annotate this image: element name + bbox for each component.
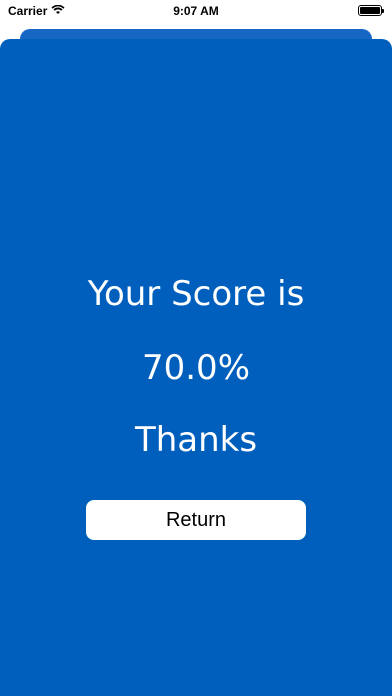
- battery-icon: [358, 5, 384, 16]
- battery-fill: [360, 7, 380, 14]
- return-button[interactable]: Return: [86, 500, 306, 540]
- status-time: 9:07 AM: [173, 4, 219, 18]
- thanks-text: Thanks: [134, 420, 258, 460]
- score-value: 70.0%: [141, 348, 250, 388]
- score-title: Your Score is: [87, 274, 305, 314]
- status-bar: Carrier 9:07 AM: [0, 0, 392, 22]
